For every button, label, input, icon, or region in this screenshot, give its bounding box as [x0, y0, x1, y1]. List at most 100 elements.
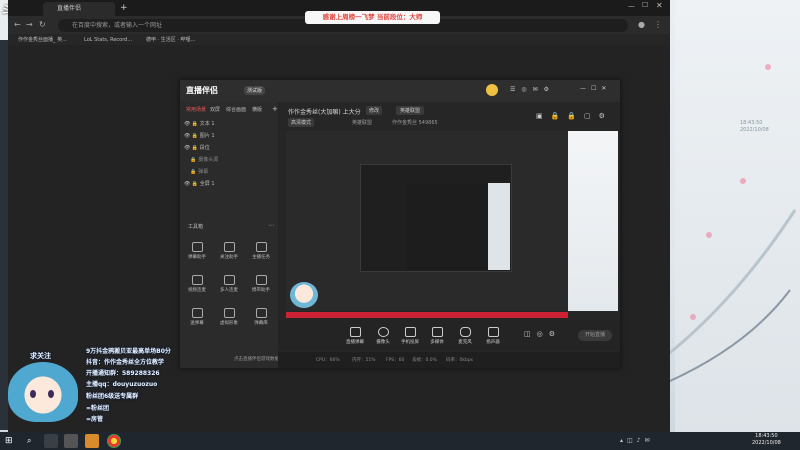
tool-icon: [191, 275, 203, 285]
tool-label: 携带助手: [252, 288, 270, 293]
mascot-eye: [30, 390, 36, 398]
microphone-icon: [459, 327, 471, 337]
layer-item[interactable]: 🔒 弹幕: [184, 168, 208, 177]
tool-send-danmu[interactable]: 送弹幕: [182, 308, 212, 326]
layer-item[interactable]: 🔒 摄像头源: [184, 156, 218, 165]
overlay-line: =粉丝团: [86, 405, 110, 412]
mascot-sticker: [8, 362, 78, 422]
windows-start-icon[interactable]: ⊞: [5, 436, 13, 446]
clock-time: 18:43:50: [755, 433, 778, 439]
control-label: 手机投屏: [401, 340, 419, 345]
task-view-icon[interactable]: [44, 434, 58, 448]
tool-icon: [223, 308, 235, 318]
layer-item[interactable]: 👁 🔒 全屏 1: [184, 180, 215, 189]
desktop-date: 2022/10/08: [740, 127, 769, 133]
control-label: 多媒体: [430, 340, 444, 345]
address-placeholder: 在百度中搜索，或者输入一个网址: [72, 22, 163, 29]
minimize-icon[interactable]: —: [628, 2, 635, 10]
reload-icon[interactable]: ↻: [39, 19, 46, 31]
scene-tab[interactable]: 双屏: [210, 106, 220, 113]
search-icon[interactable]: ⌕: [27, 436, 31, 446]
tool-danmu-library[interactable]: 弹幕库: [246, 308, 276, 326]
preview-taskbar-accent: [286, 312, 568, 318]
tool-video-link[interactable]: 视频连麦: [182, 275, 212, 293]
layer-item[interactable]: 👁 🔒 段位: [184, 144, 210, 153]
tool-label: 多人连麦: [220, 288, 238, 293]
control-label: 麦克风: [458, 340, 472, 345]
overlay-line: 粉丝团6级送专属群: [86, 393, 139, 400]
overlay-line: 开播通知群：589288326: [86, 370, 160, 377]
toolbox-more-icon[interactable]: ⋯: [268, 222, 274, 229]
scene-tab[interactable]: 横版: [252, 106, 262, 113]
close-icon[interactable]: ✕: [656, 1, 663, 10]
tool-anchor-task[interactable]: 主播任务: [246, 242, 276, 260]
tray-icons[interactable]: ▴◫♪✉: [620, 437, 654, 444]
camera-button[interactable]: 摄像头: [370, 327, 396, 345]
phone-icon: [404, 327, 416, 337]
layer-item[interactable]: 👁 🔒 文本 1: [184, 120, 215, 129]
folder-icon[interactable]: [85, 434, 99, 448]
bookmark-item[interactable]: 作作金秀丝面播_ 英...: [18, 35, 67, 45]
start-stream-button[interactable]: 开始直播: [578, 330, 612, 341]
control-label: 摄像头: [376, 340, 390, 345]
overlay-line: =房管: [86, 416, 104, 423]
mode-selector[interactable]: 高清模式: [288, 118, 315, 127]
mascot-eye: [48, 390, 54, 398]
bookmark-item[interactable]: LoL Stats, Record...: [84, 35, 132, 45]
app-icon[interactable]: [64, 434, 78, 448]
back-icon[interactable]: ←: [14, 19, 21, 31]
tool-danmu-helper[interactable]: 弹幕助手: [182, 242, 212, 260]
forward-icon[interactable]: →: [26, 19, 33, 31]
bookmark-item[interactable]: 德甲 · 生活区 · 哔哩...: [146, 35, 195, 45]
tool-icon: [223, 275, 235, 285]
layer-label: 弹幕: [198, 169, 209, 175]
chrome-icon[interactable]: [107, 434, 121, 448]
tool-icon: [191, 242, 203, 252]
overlay-line: 9万抖金鸦搬贝亚最高单场B0分: [86, 348, 171, 355]
add-scene-icon[interactable]: +: [272, 105, 278, 113]
room-action-icons[interactable]: ▣🔒🔒▢⚙: [536, 112, 613, 120]
edit-title-button[interactable]: 修改: [366, 106, 383, 115]
layer-label: 段位: [199, 145, 210, 151]
tool-carry-helper[interactable]: 携带助手: [246, 275, 276, 293]
scene-tab[interactable]: 常用场景: [186, 106, 206, 113]
menu-icon[interactable]: ⋮: [654, 19, 662, 31]
toolbox-title: 工具箱: [188, 224, 204, 230]
status-memory: 内存：51%: [352, 358, 376, 363]
layer-label: 图片 1: [199, 133, 215, 139]
tool-icon: [255, 275, 267, 285]
announcement-banner: 感谢上周榜一飞梦 当前段位：大师: [305, 11, 440, 24]
tool-icon: [255, 308, 267, 318]
title-action-icons[interactable]: ☰◎✉⚙: [510, 86, 555, 93]
profile-icon[interactable]: ●: [638, 19, 645, 31]
play-icon: [431, 327, 443, 337]
maximize-icon[interactable]: ☐: [642, 1, 648, 9]
desktop-text-block: 18:43:50 2022/10/08: [740, 120, 790, 190]
mic-button[interactable]: 麦克风: [452, 327, 478, 345]
record-settings-icons[interactable]: ◫◎⚙: [524, 330, 561, 338]
window-controls[interactable]: —☐✕: [580, 85, 611, 92]
danmu-button[interactable]: 直播弹幕: [342, 327, 368, 345]
tool-label: 虚拟形象: [220, 321, 238, 326]
tool-icon: [191, 308, 203, 318]
follow-label: 求关注: [30, 352, 51, 360]
preview-nested-browser: [406, 183, 488, 270]
game-data-notice[interactable]: 点击直播伴侣游戏数据: [234, 356, 279, 362]
media-button[interactable]: 多媒体: [424, 327, 450, 345]
speaker-button[interactable]: 扬声器: [480, 327, 506, 345]
tool-label: 主播任务: [252, 255, 270, 260]
avatar[interactable]: [486, 84, 498, 96]
layer-item[interactable]: 👁 🔒 图片 1: [184, 132, 215, 141]
scene-tab[interactable]: 综合画面: [226, 106, 246, 113]
browser-tab[interactable]: 直播伴侣: [43, 2, 115, 16]
wallpaper-petal: [765, 64, 771, 70]
tool-multi-link[interactable]: 多人连麦: [214, 275, 244, 293]
speaker-icon: [487, 327, 499, 337]
category-selector[interactable]: 英雄联盟: [396, 106, 425, 115]
tool-virtual-avatar[interactable]: 虚拟形象: [214, 308, 244, 326]
desktop-time: 18:43:50: [740, 120, 763, 126]
phone-cast-button[interactable]: 手机投屏: [397, 327, 423, 345]
new-tab-icon[interactable]: +: [120, 2, 128, 14]
taskbar-clock[interactable]: 18:43:50 2022/10/08: [752, 433, 781, 447]
tool-follow-helper[interactable]: 关注助手: [214, 242, 244, 260]
